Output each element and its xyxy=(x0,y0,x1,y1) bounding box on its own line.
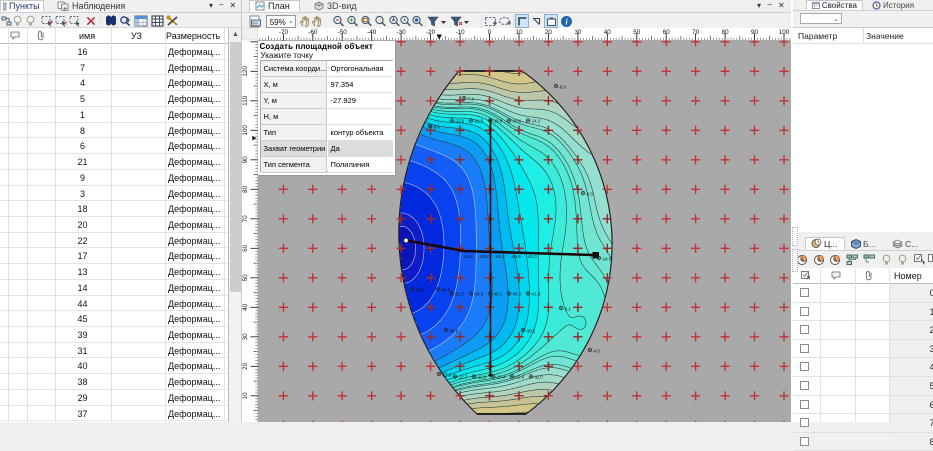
svg-text:-12.8: -12.8 xyxy=(515,375,525,380)
svg-text:-50: -50 xyxy=(338,29,348,36)
svg-text:30: 30 xyxy=(574,29,582,36)
svg-text:30: 30 xyxy=(242,333,249,341)
svg-text:70: 70 xyxy=(692,29,700,36)
svg-text:80: 80 xyxy=(722,29,730,36)
svg-text:-41.0: -41.0 xyxy=(531,292,541,297)
svg-text:-10: -10 xyxy=(456,29,466,36)
svg-text:-45.2: -45.2 xyxy=(512,292,522,297)
svg-text:-12.6: -12.6 xyxy=(477,375,487,380)
svg-text:-12.7: -12.7 xyxy=(458,375,468,380)
svg-text:-60: -60 xyxy=(308,29,318,36)
svg-text:-64.3: -64.3 xyxy=(463,254,473,259)
svg-text:10: 10 xyxy=(242,392,249,400)
svg-text:50: 50 xyxy=(633,29,641,36)
svg-text:20: 20 xyxy=(545,29,553,36)
svg-text:-49.0: -49.0 xyxy=(474,292,484,297)
svg-text:-30: -30 xyxy=(397,29,407,36)
svg-text:-38.6: -38.6 xyxy=(415,288,425,293)
svg-text:-13.4: -13.4 xyxy=(496,375,506,380)
svg-text:90: 90 xyxy=(242,156,249,164)
svg-text:-14.0: -14.0 xyxy=(602,257,612,262)
svg-text:-61.3: -61.3 xyxy=(495,254,505,259)
svg-text:-60.8: -60.8 xyxy=(479,254,489,259)
svg-text:-70: -70 xyxy=(279,29,289,36)
svg-text:10: 10 xyxy=(515,29,523,36)
svg-text:60: 60 xyxy=(663,29,671,36)
svg-text:50: 50 xyxy=(242,274,249,282)
svg-text:-13.6: -13.6 xyxy=(455,119,465,124)
svg-text:0: 0 xyxy=(488,29,492,36)
svg-text:-48.1: -48.1 xyxy=(493,292,503,297)
svg-text:100: 100 xyxy=(242,125,249,136)
svg-text:-18.9: -18.9 xyxy=(493,119,503,124)
svg-text:40: 40 xyxy=(242,303,249,311)
svg-text:-44.6: -44.6 xyxy=(441,288,451,293)
svg-text:120: 120 xyxy=(242,66,249,77)
svg-text:-61.0: -61.0 xyxy=(527,254,537,259)
svg-text:80: 80 xyxy=(242,185,249,193)
svg-text:-6.1: -6.1 xyxy=(564,307,572,312)
svg-text:-16.6: -16.6 xyxy=(512,119,522,124)
svg-text:-14.2: -14.2 xyxy=(531,119,541,124)
svg-text:-4.0: -4.0 xyxy=(593,349,601,354)
svg-text:-8.0: -8.0 xyxy=(586,192,594,197)
svg-text:-36.6: -36.6 xyxy=(449,329,459,334)
svg-text:60: 60 xyxy=(242,244,249,252)
svg-text:-9.4: -9.4 xyxy=(433,125,441,130)
svg-text:-27.5: -27.5 xyxy=(442,373,452,378)
svg-text:-8.8: -8.8 xyxy=(559,85,567,90)
svg-text:90: 90 xyxy=(751,29,759,36)
svg-text:70: 70 xyxy=(242,215,249,223)
svg-text:-38.5: -38.5 xyxy=(526,329,536,334)
svg-text:-60.9: -60.9 xyxy=(511,254,521,259)
svg-text:-51.5: -51.5 xyxy=(455,292,465,297)
svg-text:-20: -20 xyxy=(426,29,436,36)
svg-text:-7.4: -7.4 xyxy=(467,97,475,102)
svg-text:-21.5: -21.5 xyxy=(474,119,484,124)
svg-text:-11.0: -11.0 xyxy=(534,375,544,380)
svg-text:110: 110 xyxy=(242,95,249,106)
svg-text:20: 20 xyxy=(242,362,249,370)
svg-text:100: 100 xyxy=(779,29,790,36)
svg-text:-40: -40 xyxy=(367,29,377,36)
svg-text:40: 40 xyxy=(604,29,612,36)
